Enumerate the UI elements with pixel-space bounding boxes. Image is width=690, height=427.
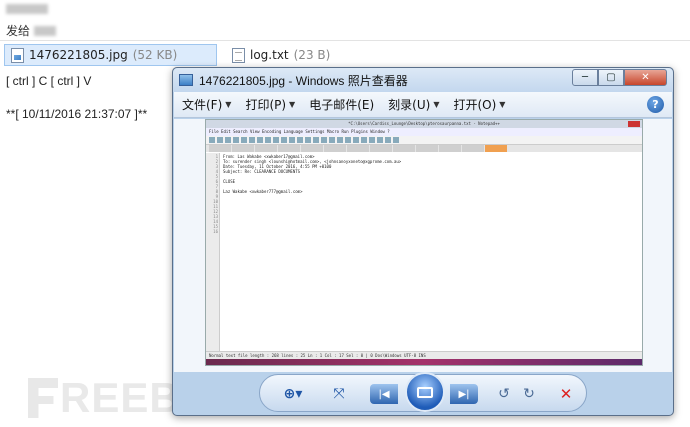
sender-line xyxy=(6,4,48,14)
notepad-text: From: Las Wakabe <xwkaber17@gmail.com> T… xyxy=(223,154,402,194)
notepad-editor: 1 2 3 4 5 6 7 8 9 10 11 12 13 14 15 16 F… xyxy=(206,153,642,351)
minimize-button[interactable]: ─ xyxy=(572,69,598,86)
menu-print[interactable]: 打印(P) ▼ xyxy=(245,96,295,113)
attachment-name: 1476221805.jpg xyxy=(29,48,128,62)
taskbar-strip xyxy=(206,359,642,365)
notepad-title: *C:\Users\Cardiss_Lounge\Desktop\pterosa… xyxy=(348,121,500,126)
attachment-size: (23 B) xyxy=(293,48,331,62)
title-bar[interactable]: 1476221805.jpg - Windows 照片查看器 ─ ▢ ✕ xyxy=(173,68,673,92)
menu-email-label: 电子邮件(E) xyxy=(309,98,375,112)
menu-email[interactable]: 电子邮件(E) xyxy=(309,96,374,113)
help-icon[interactable]: ? xyxy=(647,96,664,113)
notepad-menu: File Edit Search View Encoding Language … xyxy=(206,128,642,136)
window-controls: ─ ▢ ✕ xyxy=(572,69,667,86)
line-numbers: 1 2 3 4 5 6 7 8 9 10 11 12 13 14 15 16 xyxy=(206,153,220,351)
notepad-screenshot: *C:\Users\Cardiss_Lounge\Desktop\pterosa… xyxy=(205,119,643,366)
redacted-recipient xyxy=(34,25,57,36)
rotate-left-icon[interactable]: ↺ xyxy=(493,383,515,405)
notepad-status-bar: Normal text file length : 268 lines : 25… xyxy=(206,351,642,359)
notepad-toolbar xyxy=(206,136,642,145)
header-divider xyxy=(0,40,690,41)
text-file-icon xyxy=(232,47,245,63)
menu-file[interactable]: 文件(F) ▼ xyxy=(182,96,231,113)
window-title: 1476221805.jpg - Windows 照片查看器 xyxy=(199,73,408,88)
close-button[interactable]: ✕ xyxy=(624,69,667,86)
menu-bar: 文件(F) ▼ 打印(P) ▼ 电子邮件(E) 刻录(U) ▼ 打开(O) ▼ ? xyxy=(174,92,672,118)
menu-burn[interactable]: 刻录(U) ▼ xyxy=(388,96,439,113)
watermark-f-logo xyxy=(28,378,58,418)
to-label: 发给 xyxy=(6,24,31,38)
menu-print-label: 打印(P) xyxy=(245,98,287,112)
chevron-down-icon: ▼ xyxy=(499,100,506,109)
attachment-name: log.txt xyxy=(250,48,289,62)
maximize-button[interactable]: ▢ xyxy=(598,69,624,86)
chevron-down-icon: ▼ xyxy=(433,100,440,109)
slideshow-button[interactable] xyxy=(405,372,445,412)
body-line-timestamp: **[ 10/11/2016 21:37:07 ]** xyxy=(6,107,148,121)
chevron-down-icon: ▼ xyxy=(289,100,296,109)
actual-size-icon[interactable]: ⤧ xyxy=(328,383,350,405)
notepad-title-bar: *C:\Users\Cardiss_Lounge\Desktop\pterosa… xyxy=(206,120,642,128)
attachment-size: (52 KB) xyxy=(132,48,178,62)
menu-burn-label: 刻录(U) xyxy=(388,98,431,112)
image-file-icon xyxy=(11,47,24,63)
playback-controls: ⊕▾ ⤧ |◀ ▶| ↺ ↻ ✕ xyxy=(259,372,587,412)
chevron-down-icon: ▼ xyxy=(225,100,232,109)
attachment-txt[interactable]: log.txt (23 B) xyxy=(226,44,336,66)
menu-open[interactable]: 打开(O) ▼ xyxy=(453,96,505,113)
menu-open-label: 打开(O) xyxy=(453,98,497,112)
notepad-tabs xyxy=(206,145,642,152)
slideshow-icon xyxy=(417,386,433,398)
redacted-sender-name xyxy=(6,4,48,14)
delete-icon[interactable]: ✕ xyxy=(555,383,577,405)
menu-file-label: 文件(F) xyxy=(182,98,223,112)
photo-viewer-window: 1476221805.jpg - Windows 照片查看器 ─ ▢ ✕ 文件(… xyxy=(172,67,674,416)
attachment-jpg[interactable]: 1476221805.jpg (52 KB) xyxy=(4,44,217,66)
photo-viewer-icon xyxy=(179,74,193,86)
body-line-keys: [ ctrl ] C [ ctrl ] V xyxy=(6,74,92,88)
recipient-line: 发给 xyxy=(6,22,57,39)
zoom-icon[interactable]: ⊕▾ xyxy=(282,383,304,405)
rotate-right-icon[interactable]: ↻ xyxy=(518,383,540,405)
notepad-close-icon xyxy=(628,121,640,127)
image-canvas: *C:\Users\Cardiss_Lounge\Desktop\pterosa… xyxy=(174,119,672,372)
next-button[interactable]: ▶| xyxy=(450,384,478,404)
previous-button[interactable]: |◀ xyxy=(370,384,398,404)
